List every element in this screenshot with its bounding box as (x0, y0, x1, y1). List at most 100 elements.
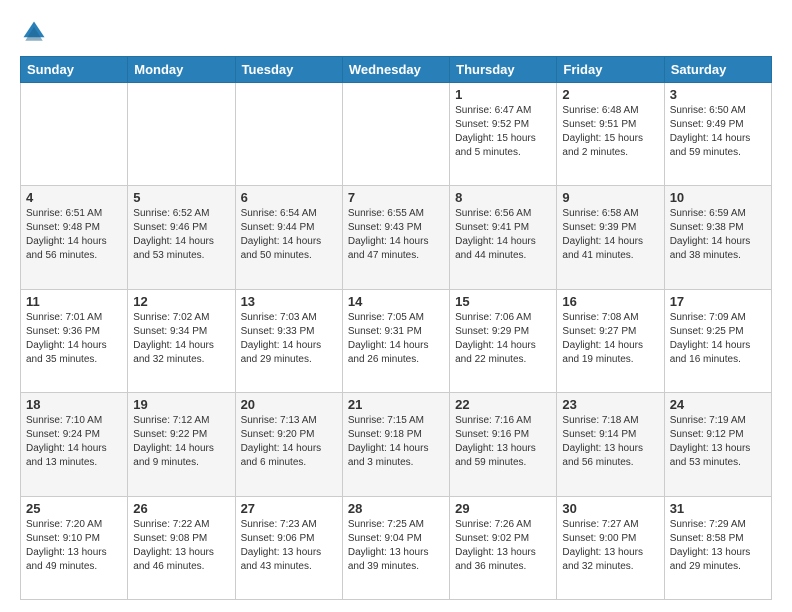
calendar-cell: 3Sunrise: 6:50 AM Sunset: 9:49 PM Daylig… (664, 83, 771, 186)
day-info: Sunrise: 7:29 AM Sunset: 8:58 PM Dayligh… (670, 518, 766, 574)
day-number: 27 (241, 501, 337, 516)
day-info: Sunrise: 7:10 AM Sunset: 9:24 PM Dayligh… (26, 414, 122, 470)
week-row-2: 4Sunrise: 6:51 AM Sunset: 9:48 PM Daylig… (21, 186, 772, 289)
day-number: 25 (26, 501, 122, 516)
weekday-header-tuesday: Tuesday (235, 57, 342, 83)
day-number: 16 (562, 294, 658, 309)
calendar-cell: 11Sunrise: 7:01 AM Sunset: 9:36 PM Dayli… (21, 289, 128, 392)
weekday-header-thursday: Thursday (450, 57, 557, 83)
day-info: Sunrise: 6:48 AM Sunset: 9:51 PM Dayligh… (562, 104, 658, 160)
weekday-header-sunday: Sunday (21, 57, 128, 83)
weekday-header-wednesday: Wednesday (342, 57, 449, 83)
day-number: 18 (26, 397, 122, 412)
weekday-header-row: SundayMondayTuesdayWednesdayThursdayFrid… (21, 57, 772, 83)
day-number: 19 (133, 397, 229, 412)
day-info: Sunrise: 7:20 AM Sunset: 9:10 PM Dayligh… (26, 518, 122, 574)
day-info: Sunrise: 7:02 AM Sunset: 9:34 PM Dayligh… (133, 311, 229, 367)
day-info: Sunrise: 6:55 AM Sunset: 9:43 PM Dayligh… (348, 207, 444, 263)
day-number: 7 (348, 190, 444, 205)
calendar-cell: 27 Sunrise: 7:23 AM Sunset: 9:06 PM Dayli… (235, 496, 342, 599)
calendar-cell: 4Sunrise: 6:51 AM Sunset: 9:48 PM Daylig… (21, 186, 128, 289)
week-row-4: 18 Sunrise: 7:10 AM Sunset: 9:24 PM Dayli… (21, 393, 772, 496)
calendar-cell: 24 Sunrise: 7:19 AM Sunset: 9:12 PM Dayli… (664, 393, 771, 496)
day-number: 1 (455, 87, 551, 102)
calendar-cell: 21 Sunrise: 7:15 AM Sunset: 9:18 PM Dayli… (342, 393, 449, 496)
calendar-cell: 15 Sunrise: 7:06 AM Sunset: 9:29 PM Dayli… (450, 289, 557, 392)
day-number: 31 (670, 501, 766, 516)
week-row-3: 11Sunrise: 7:01 AM Sunset: 9:36 PM Dayli… (21, 289, 772, 392)
calendar-cell: 2 Sunrise: 6:48 AM Sunset: 9:51 PM Daylig… (557, 83, 664, 186)
day-number: 2 (562, 87, 658, 102)
calendar-cell: 23 Sunrise: 7:18 AM Sunset: 9:14 PM Dayli… (557, 393, 664, 496)
calendar-cell: 7 Sunrise: 6:55 AM Sunset: 9:43 PM Daylig… (342, 186, 449, 289)
day-number: 9 (562, 190, 658, 205)
weekday-header-monday: Monday (128, 57, 235, 83)
weekday-header-friday: Friday (557, 57, 664, 83)
day-number: 24 (670, 397, 766, 412)
calendar-cell: 22Sunrise: 7:16 AM Sunset: 9:16 PM Dayli… (450, 393, 557, 496)
day-number: 17 (670, 294, 766, 309)
calendar-cell: 5Sunrise: 6:52 AM Sunset: 9:46 PM Daylig… (128, 186, 235, 289)
day-info: Sunrise: 6:58 AM Sunset: 9:39 PM Dayligh… (562, 207, 658, 263)
calendar-cell: 13 Sunrise: 7:03 AM Sunset: 9:33 PM Dayli… (235, 289, 342, 392)
day-info: Sunrise: 7:26 AM Sunset: 9:02 PM Dayligh… (455, 518, 551, 574)
day-info: Sunrise: 7:25 AM Sunset: 9:04 PM Dayligh… (348, 518, 444, 574)
day-number: 12 (133, 294, 229, 309)
day-info: Sunrise: 6:52 AM Sunset: 9:46 PM Dayligh… (133, 207, 229, 263)
header (20, 18, 772, 46)
day-number: 10 (670, 190, 766, 205)
day-number: 23 (562, 397, 658, 412)
day-info: Sunrise: 7:15 AM Sunset: 9:18 PM Dayligh… (348, 414, 444, 470)
day-info: Sunrise: 7:27 AM Sunset: 9:00 PM Dayligh… (562, 518, 658, 574)
day-info: Sunrise: 7:03 AM Sunset: 9:33 PM Dayligh… (241, 311, 337, 367)
day-info: Sunrise: 7:18 AM Sunset: 9:14 PM Dayligh… (562, 414, 658, 470)
day-info: Sunrise: 7:22 AM Sunset: 9:08 PM Dayligh… (133, 518, 229, 574)
calendar-cell: 31 Sunrise: 7:29 AM Sunset: 8:58 PM Dayli… (664, 496, 771, 599)
weekday-header-saturday: Saturday (664, 57, 771, 83)
week-row-1: 1 Sunrise: 6:47 AM Sunset: 9:52 PM Daylig… (21, 83, 772, 186)
day-number: 13 (241, 294, 337, 309)
page: SundayMondayTuesdayWednesdayThursdayFrid… (0, 0, 792, 612)
day-number: 22 (455, 397, 551, 412)
calendar-cell: 29 Sunrise: 7:26 AM Sunset: 9:02 PM Dayli… (450, 496, 557, 599)
day-info: Sunrise: 7:09 AM Sunset: 9:25 PM Dayligh… (670, 311, 766, 367)
calendar-cell: 10 Sunrise: 6:59 AM Sunset: 9:38 PM Dayli… (664, 186, 771, 289)
day-number: 6 (241, 190, 337, 205)
calendar-cell: 1 Sunrise: 6:47 AM Sunset: 9:52 PM Daylig… (450, 83, 557, 186)
calendar-cell (21, 83, 128, 186)
calendar-cell: 16 Sunrise: 7:08 AM Sunset: 9:27 PM Dayli… (557, 289, 664, 392)
day-number: 26 (133, 501, 229, 516)
day-info: Sunrise: 6:59 AM Sunset: 9:38 PM Dayligh… (670, 207, 766, 263)
day-number: 28 (348, 501, 444, 516)
day-info: Sunrise: 7:13 AM Sunset: 9:20 PM Dayligh… (241, 414, 337, 470)
calendar-cell: 9 Sunrise: 6:58 AM Sunset: 9:39 PM Daylig… (557, 186, 664, 289)
day-number: 29 (455, 501, 551, 516)
day-info: Sunrise: 7:08 AM Sunset: 9:27 PM Dayligh… (562, 311, 658, 367)
calendar-cell: 19 Sunrise: 7:12 AM Sunset: 9:22 PM Dayli… (128, 393, 235, 496)
calendar-cell: 17 Sunrise: 7:09 AM Sunset: 9:25 PM Dayli… (664, 289, 771, 392)
day-number: 21 (348, 397, 444, 412)
day-info: Sunrise: 7:19 AM Sunset: 9:12 PM Dayligh… (670, 414, 766, 470)
logo-icon (20, 18, 48, 46)
calendar-table: SundayMondayTuesdayWednesdayThursdayFrid… (20, 56, 772, 600)
day-info: Sunrise: 6:54 AM Sunset: 9:44 PM Dayligh… (241, 207, 337, 263)
day-info: Sunrise: 7:12 AM Sunset: 9:22 PM Dayligh… (133, 414, 229, 470)
day-number: 3 (670, 87, 766, 102)
day-info: Sunrise: 7:01 AM Sunset: 9:36 PM Dayligh… (26, 311, 122, 367)
day-info: Sunrise: 7:05 AM Sunset: 9:31 PM Dayligh… (348, 311, 444, 367)
day-info: Sunrise: 6:47 AM Sunset: 9:52 PM Dayligh… (455, 104, 551, 160)
calendar-cell: 8Sunrise: 6:56 AM Sunset: 9:41 PM Daylig… (450, 186, 557, 289)
calendar-cell (235, 83, 342, 186)
calendar-cell: 6 Sunrise: 6:54 AM Sunset: 9:44 PM Daylig… (235, 186, 342, 289)
calendar-cell: 12 Sunrise: 7:02 AM Sunset: 9:34 PM Dayli… (128, 289, 235, 392)
day-number: 14 (348, 294, 444, 309)
calendar-cell (128, 83, 235, 186)
day-info: Sunrise: 7:06 AM Sunset: 9:29 PM Dayligh… (455, 311, 551, 367)
calendar-cell: 20Sunrise: 7:13 AM Sunset: 9:20 PM Dayli… (235, 393, 342, 496)
day-number: 4 (26, 190, 122, 205)
day-number: 8 (455, 190, 551, 205)
logo (20, 18, 52, 46)
calendar-cell: 14 Sunrise: 7:05 AM Sunset: 9:31 PM Dayli… (342, 289, 449, 392)
day-info: Sunrise: 7:23 AM Sunset: 9:06 PM Dayligh… (241, 518, 337, 574)
day-number: 15 (455, 294, 551, 309)
